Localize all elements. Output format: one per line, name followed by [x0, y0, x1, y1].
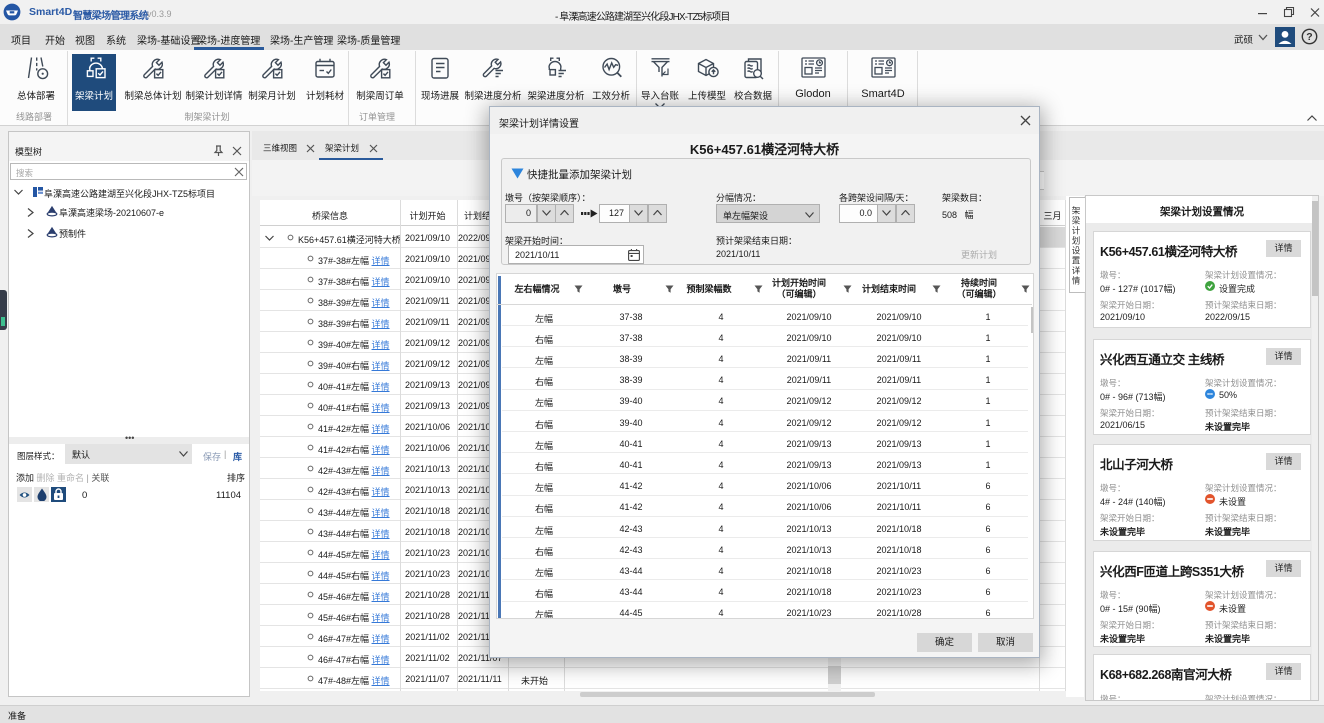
svg-text:?: ? [1306, 31, 1312, 43]
